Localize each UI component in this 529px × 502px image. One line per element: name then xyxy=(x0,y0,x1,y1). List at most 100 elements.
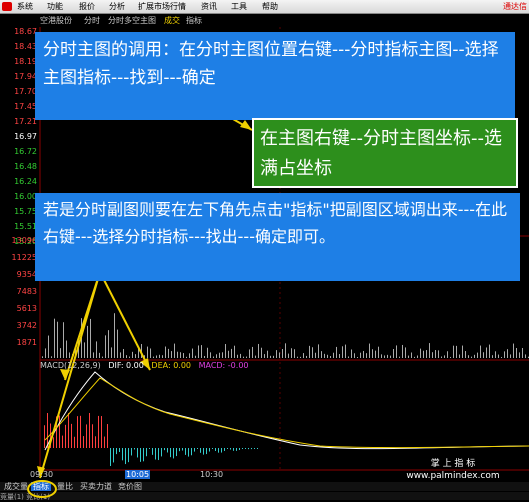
volume-bar xyxy=(315,352,316,358)
volume-bar xyxy=(294,349,295,358)
macd-bar xyxy=(59,415,60,448)
volume-bar xyxy=(399,356,400,358)
volume-bar xyxy=(525,354,526,358)
volume-bar xyxy=(468,355,469,358)
volume-bar xyxy=(273,355,274,358)
macd-bar xyxy=(197,448,198,449)
volume-bar xyxy=(246,356,247,358)
volume-bar xyxy=(360,352,361,358)
macd-bar xyxy=(140,448,141,462)
volume-bar xyxy=(318,344,319,358)
volume-bar xyxy=(261,347,262,358)
volume-bar xyxy=(474,354,475,358)
volume-bar xyxy=(384,355,385,358)
volume-bar xyxy=(174,343,175,358)
volume-bar xyxy=(93,352,94,358)
tab-auction[interactable]: 竞价图 xyxy=(116,482,144,491)
volume-bar xyxy=(309,345,310,358)
volume-bar xyxy=(177,351,178,358)
macd-bar xyxy=(239,448,240,450)
macd-bar xyxy=(173,448,174,459)
volume-bar xyxy=(387,354,388,358)
volume-bar xyxy=(57,321,58,358)
macd-bar xyxy=(242,448,243,449)
volume-bar xyxy=(498,354,499,358)
volume-bar xyxy=(171,351,172,358)
macd-bar xyxy=(146,448,147,457)
macd-bar xyxy=(245,448,246,449)
macd-bar xyxy=(68,413,69,448)
volume-bar xyxy=(480,345,481,358)
volume-bar xyxy=(462,345,463,358)
macd-dif: DIF: 0.00 xyxy=(108,361,144,370)
volume-bar xyxy=(84,342,85,358)
volume-bar xyxy=(456,345,457,358)
macd-bar xyxy=(92,424,93,448)
volume-bar xyxy=(306,355,307,358)
volume-bar xyxy=(270,355,271,358)
auction-tabs[interactable]: 竞量(1) 竞比(1) xyxy=(0,492,529,501)
macd-bar xyxy=(164,448,165,451)
volume-bar xyxy=(240,353,241,358)
macd-bar xyxy=(215,448,216,451)
volume-bar xyxy=(276,350,277,358)
volume-bar xyxy=(450,356,451,358)
macd-bar xyxy=(251,448,252,450)
volume-bar xyxy=(195,355,196,358)
macd-bar xyxy=(149,448,150,449)
volume-bar xyxy=(267,350,268,358)
volume-bar xyxy=(486,347,487,358)
macd-bar xyxy=(230,448,231,450)
macd-bar xyxy=(44,425,45,448)
volume-bar xyxy=(477,352,478,358)
volume-bar xyxy=(108,330,109,358)
macd-bar xyxy=(176,448,177,457)
volume-bar xyxy=(438,350,439,358)
volume-bar xyxy=(507,349,508,358)
volume-bar xyxy=(357,356,358,358)
volume-bar xyxy=(303,353,304,358)
volume-bar xyxy=(54,318,55,358)
volume-bar xyxy=(135,354,136,358)
tab-volume[interactable]: 成交量 xyxy=(2,482,30,491)
time-label-1030: 10:30 xyxy=(200,470,224,479)
macd-bar xyxy=(206,448,207,455)
macd-bar xyxy=(194,448,195,452)
volume-bar xyxy=(192,348,193,358)
macd-bar xyxy=(98,415,99,448)
macd-bar xyxy=(77,416,78,448)
volume-bar xyxy=(63,322,64,358)
volume-bar xyxy=(522,348,523,358)
volume-bar xyxy=(180,352,181,358)
volume-bar xyxy=(87,325,88,358)
macd-bar xyxy=(86,424,87,448)
volume-bar xyxy=(120,352,121,358)
tab-buy-sell-force[interactable]: 买卖力道 xyxy=(78,482,114,491)
volume-bar xyxy=(282,349,283,358)
volume-bar xyxy=(429,343,430,358)
macd-bar xyxy=(170,448,171,458)
macd-bar xyxy=(65,424,66,448)
watermark: 掌 上 指 标 www.palmindex.com xyxy=(378,458,528,482)
macd-bar xyxy=(131,448,132,456)
volume-bar xyxy=(408,355,409,358)
macd-bar xyxy=(221,448,222,453)
volume-bar xyxy=(255,355,256,358)
volume-bar xyxy=(201,345,202,358)
callout-main-chart: 分时主图的调用：在分时主图位置右键---分时指标主图--选择主图指标---找到-… xyxy=(35,32,515,120)
watermark-url: www.palmindex.com xyxy=(406,471,500,481)
volume-bar xyxy=(114,313,115,358)
volume-bar xyxy=(111,347,112,358)
time-label-cursor: 10:05 xyxy=(125,470,151,479)
volume-bar xyxy=(495,351,496,358)
tab-volume-ratio[interactable]: 量比 xyxy=(55,482,75,491)
macd-bar xyxy=(158,448,159,461)
volume-bar xyxy=(249,349,250,358)
volume-bar xyxy=(48,335,49,358)
macd-dea: DEA: 0.00 xyxy=(151,361,192,370)
volume-bar xyxy=(519,352,520,358)
volume-bar xyxy=(312,347,313,358)
macd-bar xyxy=(182,448,183,451)
volume-bar xyxy=(333,352,334,358)
volume-bar xyxy=(45,348,46,358)
